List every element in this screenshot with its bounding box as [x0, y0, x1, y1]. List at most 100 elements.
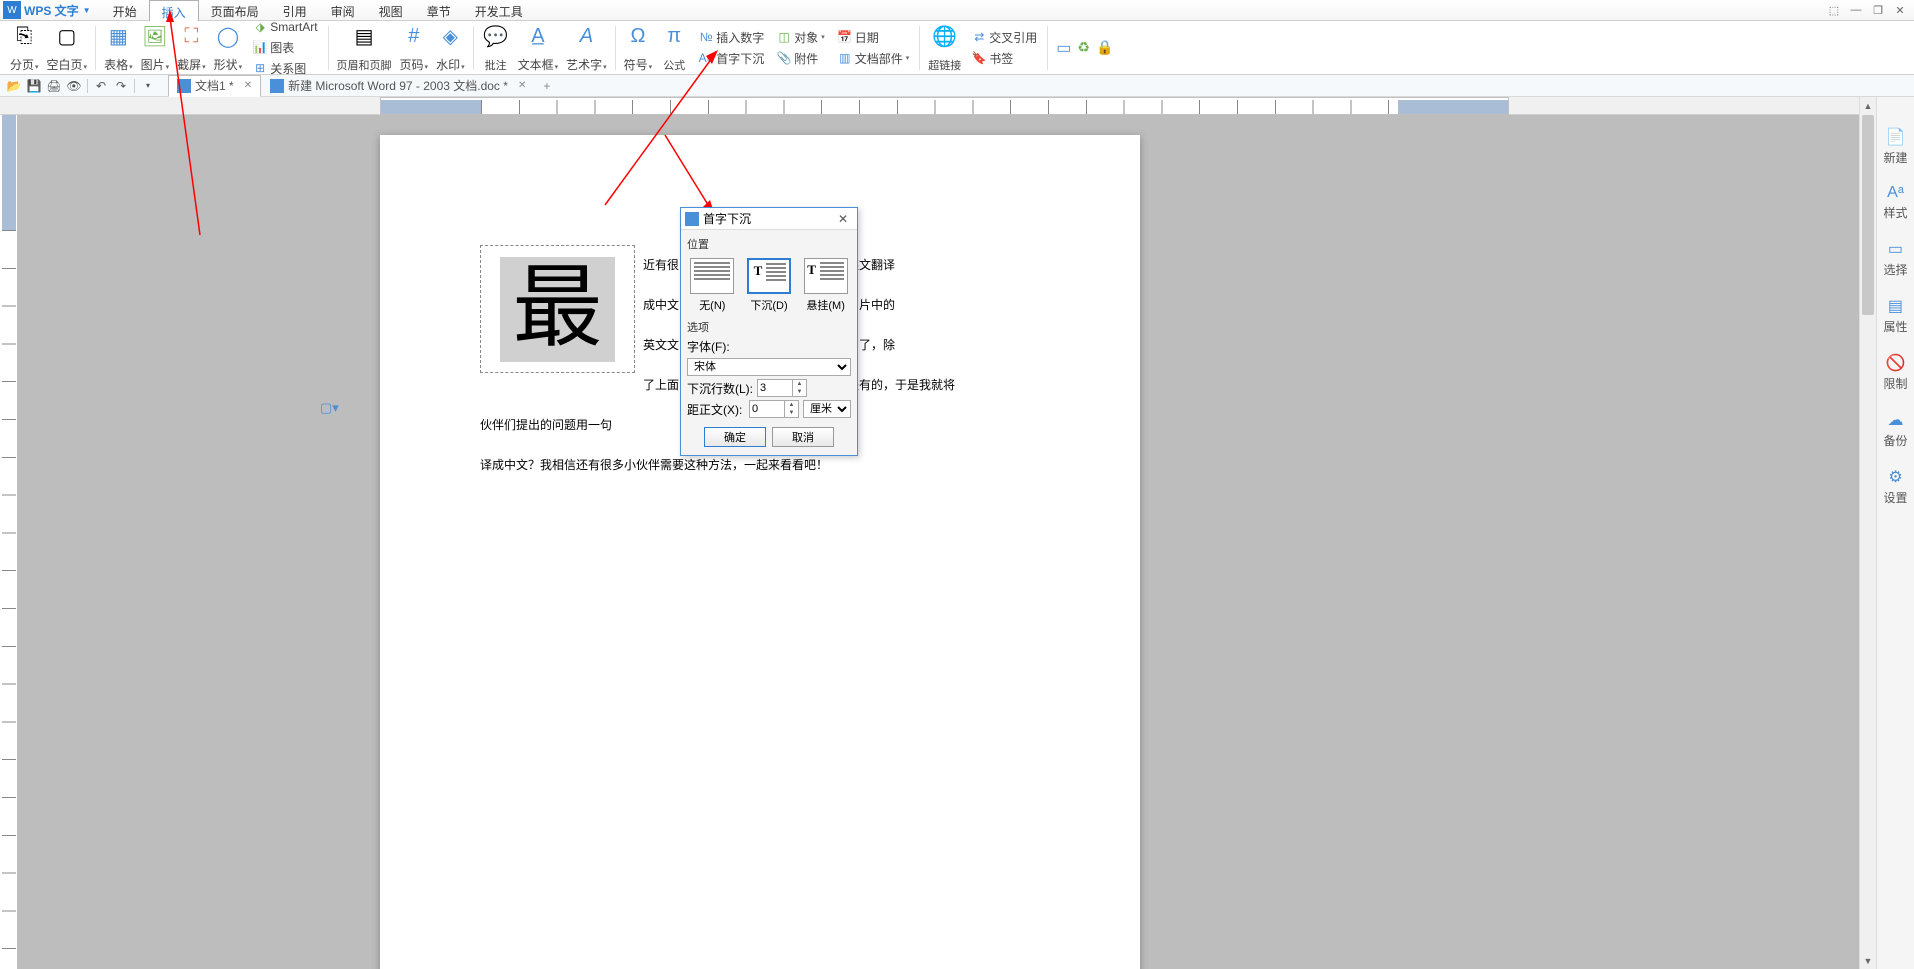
picture-button[interactable]: 🖼图片▾ [137, 23, 174, 73]
dialog-titlebar[interactable]: 首字下沉 ✕ [681, 208, 857, 230]
sp-settings[interactable]: ⚙设置 [1883, 467, 1907, 506]
font-select[interactable]: 宋体 [687, 358, 851, 376]
crossref-button[interactable]: ⇄交叉引用 [969, 28, 1039, 47]
tab-dev[interactable]: 开发工具 [463, 0, 535, 21]
opt-drop[interactable]: T 下沉(D) [747, 258, 791, 313]
doc-tab-label: 文档1 * [195, 77, 234, 94]
doc-tab-2[interactable]: 新建 Microsoft Word 97 - 2003 文档.doc * ✕ [261, 75, 535, 97]
screenshot-button[interactable]: ⛶截屏▾ [173, 23, 210, 73]
tab-start[interactable]: 开始 [101, 0, 149, 21]
open-button[interactable]: 📂 [4, 77, 24, 95]
dropcap-char: 最 [500, 257, 615, 362]
vertical-scrollbar[interactable]: ▲ ▼ [1859, 97, 1876, 969]
hyperlink-button[interactable]: 🌐超链接 [924, 23, 965, 73]
ribbon: ⎘分页▾ ▢空白页▾ ▦表格▾ 🖼图片▾ ⛶截屏▾ ◯形状▾ ⬗SmartArt… [0, 21, 1914, 75]
opt-none[interactable]: 无(N) [690, 258, 734, 313]
misc-buttons: ▭ ♻ 🔒 [1052, 38, 1117, 58]
blank-page-button[interactable]: ▢空白页▾ [43, 23, 92, 73]
sp-backup[interactable]: ☁备份 [1883, 410, 1907, 449]
spin-up-icon[interactable]: ▲ [785, 401, 798, 409]
date-button[interactable]: 📅日期 [835, 28, 912, 47]
insertnum-button[interactable]: №插入数字 [696, 28, 766, 47]
minimize-button[interactable]: — [1846, 2, 1866, 18]
spin-down-icon[interactable]: ▼ [785, 409, 798, 417]
ok-button[interactable]: 确定 [704, 427, 766, 447]
close-tab-icon[interactable]: ✕ [518, 80, 526, 91]
qat-more-button[interactable]: ▾ [138, 77, 158, 95]
print-button[interactable]: 🖨 [44, 77, 64, 95]
horizontal-ruler[interactable] [0, 97, 1914, 115]
ribbon-separator [615, 26, 616, 70]
bookmark-button[interactable]: 🔖书签 [969, 49, 1039, 68]
document-tabs: 文档1 * ✕ 新建 Microsoft Word 97 - 2003 文档.d… [168, 75, 558, 97]
comment-button[interactable]: 💬批注 [478, 23, 514, 73]
lines-input[interactable] [758, 382, 792, 394]
docparts-button[interactable]: ▥文档部件▾ [835, 49, 912, 68]
redo-button[interactable]: ↷ [111, 77, 131, 95]
scroll-down-button[interactable]: ▼ [1860, 952, 1876, 969]
ribbon-separator [95, 26, 96, 70]
formula-button[interactable]: π公式 [656, 23, 692, 73]
pagenum-button[interactable]: #页码▾ [396, 23, 433, 73]
lock-icon[interactable]: ♻ [1077, 39, 1090, 56]
cancel-button[interactable]: 取消 [772, 427, 834, 447]
shape-button[interactable]: ◯形状▾ [210, 23, 247, 73]
dropcap-button[interactable]: A≡首字下沉 [696, 49, 766, 68]
doc-icon [270, 79, 284, 93]
paragraph-marker-icon[interactable]: ▢▾ [320, 400, 336, 416]
close-button[interactable]: ✕ [1890, 2, 1910, 18]
dropcap-selection[interactable]: 最 [480, 245, 635, 373]
smartart-button[interactable]: ⬗SmartArt [250, 18, 319, 36]
dialog-close-button[interactable]: ✕ [833, 212, 853, 226]
headerfooter-icon: ▤ [350, 23, 378, 51]
sp-limit[interactable]: 🚫限制 [1883, 353, 1907, 392]
table-button[interactable]: ▦表格▾ [100, 23, 137, 73]
sp-new[interactable]: 📄新建 [1883, 127, 1907, 166]
lines-spinner[interactable]: ▲▼ [757, 379, 807, 397]
tab-review[interactable]: 审阅 [319, 0, 367, 21]
doc-tab-label: 新建 Microsoft Word 97 - 2003 文档.doc * [288, 77, 508, 94]
win-opts-icon[interactable]: ⬚ [1824, 2, 1844, 18]
wordart-button[interactable]: A艺术字▾ [562, 23, 611, 73]
sp-style[interactable]: Aᵃ样式 [1883, 184, 1907, 221]
doc-icon [177, 79, 191, 93]
scroll-thumb[interactable] [1862, 115, 1874, 315]
tab-insert[interactable]: 插入 [149, 0, 199, 21]
textbox-button[interactable]: A̲文本框▾ [514, 23, 563, 73]
dist-input[interactable] [750, 403, 784, 415]
doc-tab-1[interactable]: 文档1 * ✕ [168, 75, 261, 97]
ribbon-separator [1047, 26, 1048, 70]
object-button[interactable]: ◫对象▾ [774, 28, 827, 47]
page-break-button[interactable]: ⎘分页▾ [6, 23, 43, 73]
vertical-ruler[interactable] [0, 115, 18, 969]
save-button[interactable]: 💾 [24, 77, 44, 95]
dist-spinner[interactable]: ▲▼ [749, 400, 799, 418]
undo-button[interactable]: ↶ [91, 77, 111, 95]
chart-button[interactable]: 📊图表 [250, 38, 319, 57]
prop-icon: ▤ [1888, 296, 1903, 316]
secure-icon[interactable]: 🔒 [1096, 39, 1113, 56]
headerfooter-button[interactable]: ▤页眉和页脚 [333, 23, 396, 73]
watermark-button[interactable]: ◈水印▾ [432, 23, 469, 73]
tab-chapter[interactable]: 章节 [415, 0, 463, 21]
scroll-up-button[interactable]: ▲ [1860, 97, 1876, 114]
spin-down-icon[interactable]: ▼ [793, 388, 806, 396]
add-tab-button[interactable]: + [535, 79, 558, 93]
sp-prop[interactable]: ▤属性 [1883, 296, 1907, 335]
attach-button[interactable]: 📎附件 [774, 49, 827, 68]
preview-button[interactable]: 👁 [64, 77, 84, 95]
spin-up-icon[interactable]: ▲ [793, 380, 806, 388]
sp-select[interactable]: ▭选择 [1883, 239, 1907, 278]
unit-select[interactable]: 厘米 [803, 400, 851, 418]
opt-hang[interactable]: T 悬挂(M) [804, 258, 848, 313]
close-tab-icon[interactable]: ✕ [244, 80, 252, 91]
gear-icon: ⚙ [1888, 467, 1902, 487]
app-dropdown-icon[interactable]: ▼ [83, 6, 91, 15]
dialog-buttons: 确定 取消 [687, 421, 851, 451]
form-icon[interactable]: ▭ [1056, 38, 1071, 58]
symbol-button[interactable]: Ω符号▾ [620, 23, 657, 73]
dialog-body: 位置 无(N) T 下沉(D) T 悬挂(M) 选项 字体(F): 宋体 下沉行… [681, 230, 857, 455]
maximize-button[interactable]: ❐ [1868, 2, 1888, 18]
object-icon: ◫ [776, 29, 792, 45]
tab-view[interactable]: 视图 [367, 0, 415, 21]
